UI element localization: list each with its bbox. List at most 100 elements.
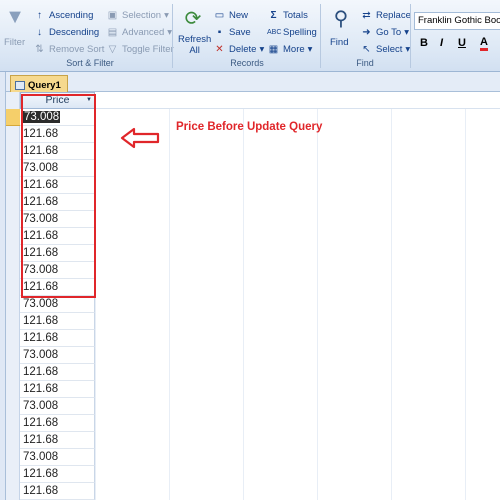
price-cell: 73.008 [23,349,59,361]
ascending-label: Ascending [49,10,94,21]
chevron-down-icon: ▾ [259,44,265,55]
find-label: Find [330,37,349,48]
sort-filter-group-label: Sort & Filter [66,58,114,68]
spelling-label: Spelling [283,27,317,38]
record-selector[interactable] [6,160,20,177]
descending-button[interactable]: ↓ Descending [33,26,99,39]
ribbon: ▼ Filter ↑ Ascending ↓ Descending ⇅ Remo… [0,0,500,72]
advanced-filter-icon: ▤ [107,27,118,38]
record-selector[interactable] [6,245,20,262]
record-selector[interactable] [6,194,20,211]
tab-query1[interactable]: Query1 [10,75,68,92]
price-cell: 121.68 [23,485,59,497]
underline-button[interactable]: U [458,37,466,49]
selection-label: Selection [122,10,162,21]
advanced-button[interactable]: ▤ Advanced ▾ [106,26,172,39]
table-row[interactable]: 73.008 [20,296,95,313]
sort-descending-icon: ↓ [37,27,42,38]
record-selector[interactable] [6,296,20,313]
select-label: Select [376,44,403,55]
record-selector[interactable] [6,228,20,245]
record-selector[interactable] [6,279,20,296]
replace-icon: ⇄ [362,10,371,21]
table-row[interactable]: 121.68 [20,415,95,432]
new-record-icon: ▭ [214,10,225,21]
record-selector[interactable] [6,364,20,381]
price-cell: 73.008 [23,298,59,310]
font-color-button[interactable]: A [480,37,488,51]
table-row[interactable]: 121.68 [20,364,95,381]
table-row[interactable]: 121.68 [20,381,95,398]
filter-button[interactable]: Filter [4,37,25,48]
table-row[interactable]: 121.68 [20,483,95,500]
record-selector[interactable] [6,347,20,364]
font-name-select[interactable]: Franklin Gothic Book [414,12,500,30]
toggle-filter-icon: ▽ [108,44,117,55]
spelling-icon: ABC [267,29,282,36]
record-selector[interactable] [6,313,20,330]
select-button[interactable]: ↖ Select ▾ [360,43,410,56]
record-selector[interactable] [6,126,20,143]
record-selector[interactable] [6,262,20,279]
filter-icon: ▼ [5,6,25,28]
table-row[interactable]: 121.68 [20,466,95,483]
table-row[interactable]: 121.68 [20,330,95,347]
new-record-button[interactable]: ▭ New [213,9,248,22]
record-selector[interactable] [6,177,20,194]
table-row[interactable]: 121.68 [20,313,95,330]
find-button[interactable]: Find [330,37,348,48]
price-cell: 121.68 [23,468,59,480]
record-selector[interactable] [6,143,20,160]
descending-label: Descending [49,27,100,38]
empty-grid-area [95,109,500,500]
record-selector[interactable] [6,415,20,432]
chevron-down-icon: ▾ [307,44,313,55]
record-selector[interactable] [6,432,20,449]
replace-button[interactable]: ⇄ Replace [360,9,411,22]
record-selector[interactable] [6,381,20,398]
group-divider [320,4,321,68]
price-cell: 73.008 [23,400,59,412]
ascending-button[interactable]: ↑ Ascending [33,9,93,22]
replace-label: Replace [376,10,411,21]
bold-button[interactable]: B [420,37,428,49]
remove-sort-label: Remove Sort [49,44,105,55]
price-cell: 121.68 [23,383,59,395]
group-divider [172,4,173,68]
totals-button[interactable]: Σ Totals [267,9,307,22]
delete-label: Delete [229,44,257,55]
table-row[interactable]: 73.008 [20,347,95,364]
remove-sort-icon: ⇅ [35,44,44,55]
record-selector[interactable] [6,449,20,466]
more-button[interactable]: ▦ More ▾ [267,43,313,56]
selection-button[interactable]: ▣ Selection ▾ [106,9,169,22]
price-cell: 121.68 [23,434,59,446]
goto-button[interactable]: ➜ Go To ▾ [360,26,409,39]
table-row[interactable]: 73.008 [20,398,95,415]
record-selector[interactable] [6,466,20,483]
record-selector[interactable] [6,398,20,415]
record-selector[interactable] [6,211,20,228]
table-row[interactable]: 73.008 [20,449,95,466]
italic-button[interactable]: I [440,37,443,49]
table-row[interactable]: 121.68 [20,432,95,449]
record-selector[interactable] [6,109,20,126]
chevron-down-icon: ▾ [404,27,409,38]
save-record-button[interactable]: ▪ Save [213,26,251,39]
record-selector[interactable] [6,330,20,347]
sigma-icon: Σ [270,10,277,21]
document-tab-strip: Query1 [6,72,500,92]
price-cell: 121.68 [23,332,59,344]
find-group-label: Find [356,58,374,68]
save-label: Save [229,27,251,38]
left-arrow-icon [120,127,160,149]
spelling-button[interactable]: ABC Spelling [267,26,317,39]
refresh-icon: ⟳ [184,8,202,30]
remove-sort-button[interactable]: ⇅ Remove Sort [33,43,104,56]
refresh-all-button[interactable]: Refresh All [178,34,211,56]
delete-record-button[interactable]: ✕ Delete ▾ [213,43,264,56]
toggle-filter-button[interactable]: ▽ Toggle Filter [106,43,174,56]
records-group-label: Records [230,58,264,68]
price-cell: 121.68 [23,417,59,429]
record-selector[interactable] [6,483,20,500]
